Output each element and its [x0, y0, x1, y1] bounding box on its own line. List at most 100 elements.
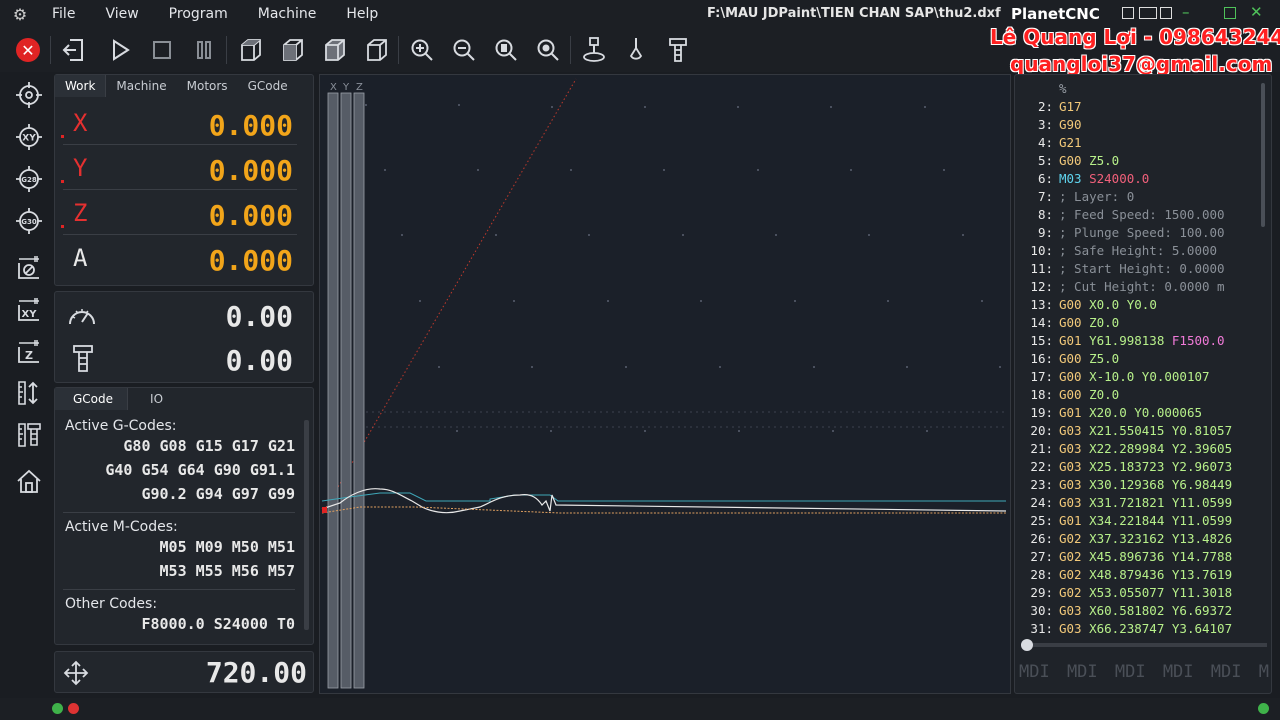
goto-origin-button[interactable]: [12, 78, 46, 112]
view-top-button[interactable]: [234, 34, 266, 66]
zoom-extents-button[interactable]: [532, 34, 564, 66]
jog-step-value[interactable]: 720.00: [206, 656, 307, 689]
zoom-fit-button[interactable]: [490, 34, 522, 66]
tab-machine[interactable]: Machine: [106, 75, 176, 97]
axis-value-x[interactable]: 0.000: [209, 109, 293, 142]
maximize-icon[interactable]: [1224, 7, 1236, 19]
gcode-line[interactable]: 12: ; Cut Height: 0.0000 m: [1021, 279, 1261, 297]
gcode-line[interactable]: 11: ; Start Height: 0.0000: [1021, 261, 1261, 279]
gcode-line[interactable]: 28: G02 X48.879436 Y13.7619: [1021, 567, 1261, 585]
gcode-line[interactable]: 30: G03 X60.581802 Y6.69372: [1021, 603, 1261, 621]
view-front-button[interactable]: [276, 34, 308, 66]
minimize-icon[interactable]: –: [1182, 3, 1190, 21]
gcode-line[interactable]: 7: ; Layer: 0: [1021, 189, 1261, 207]
axis-columns: [327, 92, 365, 689]
goto-xy-button[interactable]: XY: [12, 120, 46, 154]
measure-height-button[interactable]: [12, 376, 46, 410]
layout-triple-icon[interactable]: [1160, 7, 1172, 19]
play-button[interactable]: [104, 34, 136, 66]
gcode-line[interactable]: 16: G00 Z5.0: [1021, 351, 1261, 369]
gcode-line[interactable]: %: [1021, 81, 1261, 99]
gcode-line[interactable]: 15: G01 Y61.998138 F1500.0: [1021, 333, 1261, 351]
gcode-line[interactable]: 21: G03 X22.289984 Y2.39605: [1021, 441, 1261, 459]
codes-scrollbar[interactable]: [304, 420, 309, 630]
gcode-line[interactable]: 19: G01 X20.0 Y0.000065: [1021, 405, 1261, 423]
menu-help[interactable]: Help: [334, 6, 396, 22]
view-iso-button[interactable]: [318, 34, 350, 66]
gcode-line[interactable]: 13: G00 X0.0 Y0.0: [1021, 297, 1261, 315]
gcode-line[interactable]: 27: G02 X45.896736 Y14.7788: [1021, 549, 1261, 567]
gcode-word: G02: [1059, 567, 1082, 582]
gcode-line-text: ; Start Height: 0.0000: [1059, 261, 1225, 276]
view-side-button[interactable]: [360, 34, 392, 66]
goto-g30-icon: G30: [16, 208, 42, 234]
gcode-line[interactable]: 10: ; Safe Height: 5.0000: [1021, 243, 1261, 261]
tab-codes-io[interactable]: IO: [128, 388, 173, 410]
tool-change-button[interactable]: [662, 34, 694, 66]
axis-value-a[interactable]: 0.000: [209, 244, 293, 277]
close-icon[interactable]: ✕: [1250, 3, 1263, 21]
layout-double-icon[interactable]: [1139, 7, 1157, 19]
gcode-line[interactable]: 26: G02 X37.323162 Y13.4826: [1021, 531, 1261, 549]
toolpath-viewport[interactable]: X Y Z: [319, 74, 1011, 694]
mdi-label[interactable]: MDI: [1115, 662, 1146, 684]
axis-value-y[interactable]: 0.000: [209, 154, 293, 187]
tab-motors[interactable]: Motors: [177, 75, 238, 97]
tab-gcode[interactable]: GCode: [238, 75, 298, 97]
gcode-line[interactable]: 18: G00 Z0.0: [1021, 387, 1261, 405]
goto-g28-button[interactable]: G28: [12, 162, 46, 196]
stop-button[interactable]: [146, 34, 178, 66]
menu-program[interactable]: Program: [157, 6, 246, 22]
gcode-line-text: %: [1059, 81, 1067, 96]
tab-codes-gcode[interactable]: GCode: [55, 388, 129, 410]
gcode-scrollbar[interactable]: [1261, 83, 1265, 227]
gcode-line[interactable]: 22: G03 X25.183723 Y2.96073: [1021, 459, 1261, 477]
home-button[interactable]: [12, 464, 46, 498]
axis-label-x: X: [330, 82, 337, 93]
gcode-line[interactable]: 4: G21: [1021, 135, 1261, 153]
mdi-label[interactable]: MDI: [1067, 662, 1098, 684]
feed-speed-row: 0.00: [63, 294, 297, 338]
goto-g30-button[interactable]: G30: [12, 204, 46, 238]
gcode-line[interactable]: 20: G03 X21.550415 Y0.81057: [1021, 423, 1261, 441]
mdi-label[interactable]: MDI: [1163, 662, 1194, 684]
gcode-line[interactable]: 29: G02 X53.055077 Y11.3018: [1021, 585, 1261, 603]
gcode-line[interactable]: 2: G17: [1021, 99, 1261, 117]
tool-probe-button[interactable]: [620, 34, 652, 66]
move-icon[interactable]: [63, 660, 89, 686]
exit-button[interactable]: [58, 34, 90, 66]
zoom-out-button[interactable]: [448, 34, 480, 66]
gcode-line[interactable]: 25: G01 X34.221844 Y11.0599: [1021, 513, 1261, 531]
layout-single-icon[interactable]: [1122, 7, 1134, 19]
axis-value-z[interactable]: 0.000: [209, 199, 293, 232]
gcode-line[interactable]: 3: G90: [1021, 117, 1261, 135]
menu-file[interactable]: File: [40, 6, 93, 22]
tab-work[interactable]: Work: [55, 75, 107, 97]
gcode-line[interactable]: 5: G00 Z5.0: [1021, 153, 1261, 171]
pause-button[interactable]: [188, 34, 220, 66]
menu-machine[interactable]: Machine: [246, 6, 335, 22]
mdi-label[interactable]: MDI: [1211, 662, 1242, 684]
tool-length-button[interactable]: [12, 418, 46, 452]
toolpath-canvas: X Y Z: [321, 78, 1007, 689]
gcode-line[interactable]: 14: G00 Z0.0: [1021, 315, 1261, 333]
menu-view[interactable]: View: [93, 6, 156, 22]
gcode-line[interactable]: 17: G00 X-10.0 Y0.000107: [1021, 369, 1261, 387]
spindle-probe-button[interactable]: [578, 34, 610, 66]
gcode-line[interactable]: 24: G03 X31.721821 Y11.0599: [1021, 495, 1261, 513]
gcode-line[interactable]: 6: M03 S24000.0: [1021, 171, 1261, 189]
emergency-stop-button[interactable]: ✕: [12, 34, 44, 66]
mdi-label[interactable]: M: [1259, 662, 1269, 684]
gcode-line[interactable]: 31: G03 X66.238747 Y3.64107: [1021, 621, 1261, 639]
zoom-in-button[interactable]: [406, 34, 438, 66]
gcode-line[interactable]: 8: ; Feed Speed: 1500.000: [1021, 207, 1261, 225]
set-xy-button[interactable]: XY: [12, 292, 46, 326]
gcode-line[interactable]: 23: G03 X30.129368 Y6.98449: [1021, 477, 1261, 495]
gear-icon[interactable]: ⚙: [0, 5, 40, 24]
set-zero-button[interactable]: [12, 250, 46, 284]
gcode-progress-handle[interactable]: [1021, 639, 1033, 651]
gcode-word: Y0.000065: [1126, 405, 1202, 420]
mdi-label[interactable]: MDI: [1019, 662, 1050, 684]
gcode-line[interactable]: 9: ; Plunge Speed: 100.00: [1021, 225, 1261, 243]
set-z-button[interactable]: Z: [12, 334, 46, 368]
